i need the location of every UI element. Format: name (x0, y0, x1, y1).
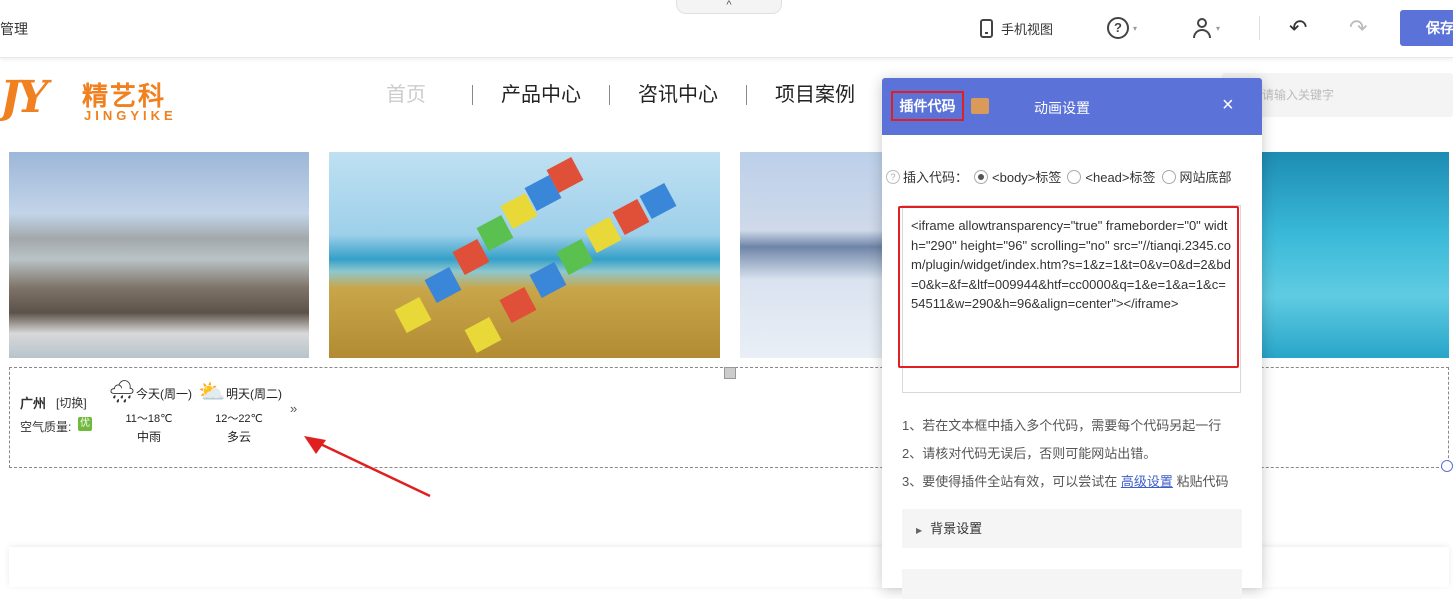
triangle-right-icon: ▶ (916, 526, 923, 535)
tab-animation[interactable]: 动画设置 (1034, 98, 1090, 118)
user-icon (1192, 17, 1212, 39)
sea-photo (1240, 152, 1449, 358)
air-quality-label: 空气质量: (20, 420, 72, 434)
advanced-settings-link[interactable]: 高级设置 (1121, 474, 1173, 489)
option-footer-label[interactable]: 网站底部 (1180, 167, 1232, 186)
tab-plugin-code[interactable]: 插件代码 (891, 91, 964, 121)
manage-label[interactable]: 管理 (0, 19, 28, 39)
help-icon: ? (1107, 17, 1129, 39)
save-button[interactable]: 保存 (1400, 10, 1453, 46)
resize-handle[interactable] (1441, 460, 1453, 472)
air-quality-badge: 优 (78, 417, 92, 431)
option-body-label[interactable]: <body>标签 (992, 167, 1061, 186)
cloud-rain-icon: 🌧 (108, 379, 136, 404)
tip-3-suffix: 粘贴代码 (1172, 474, 1229, 489)
user-menu-button[interactable]: ▾ (1192, 17, 1220, 39)
site-logo[interactable]: JY 精艺科 JINGYIKE (0, 68, 180, 128)
tip-3: 3、要使得插件全站有效，可以尝试在 高级设置 粘贴代码 (902, 471, 1228, 490)
mobile-view-button[interactable]: 手机视图 (980, 17, 1053, 39)
mobile-view-label: 手机视图 (1001, 21, 1054, 37)
help-icon[interactable]: ? (886, 169, 900, 184)
weather-day-condition: 中雨 (136, 430, 161, 444)
weather-city: 广州 (20, 396, 47, 411)
annotation-arrow (304, 436, 431, 498)
snow-mountain-photo (740, 152, 885, 358)
nav-item-cases[interactable]: 项目案例 (747, 81, 883, 109)
redo-icon[interactable]: ↷ (1349, 15, 1367, 41)
nav-item-news[interactable]: 咨讯中心 (610, 81, 746, 109)
radio-footer[interactable] (1161, 169, 1176, 184)
help-button[interactable]: ? ▾ (1107, 17, 1137, 39)
section-handle[interactable] (724, 367, 736, 379)
weather-day-temp: 11～18℃ (125, 413, 173, 425)
weather-day-name: 明天(周二) (226, 387, 282, 401)
nav-item-home[interactable]: 首页 (370, 81, 472, 109)
chevron-up-icon: ^ (726, 0, 732, 11)
site-nav: 首页 产品中心 咨讯中心 项目案例 (370, 80, 883, 110)
weather-day-tomorrow: ⛅ 明天(周二) 12～22℃ 多云 (198, 380, 292, 450)
toolbar-divider (1259, 16, 1260, 40)
weather-day-today: 🌧 今天(周一) 11～18℃ 中雨 (108, 380, 202, 450)
radio-body[interactable] (974, 169, 989, 184)
plugin-settings-dialog: 插件代码 动画设置 × ? 插入代码： <body>标签 <head>标签 网站… (882, 78, 1262, 599)
undo-icon[interactable]: ↶ (1289, 15, 1307, 41)
chevron-down-icon: ▾ (1133, 23, 1138, 33)
tip-1: 1、若在文本框中插入多个代码，需要每个代码另起一行 (902, 418, 1222, 433)
editor-toolbar: ^ 管理 手机视图 ? ▾ ▾ ↶ ↷ 保存 (0, 0, 1453, 58)
partly-cloudy-icon: ⛅ (198, 379, 226, 404)
lake-photo (9, 152, 309, 358)
tip-2: 2、请核对代码无误后，否则可能网站出错。 (902, 446, 1157, 461)
radio-head[interactable] (1067, 169, 1082, 184)
weather-day-temp: 12～22℃ (215, 413, 263, 425)
logo-mark: JY (0, 72, 48, 123)
plugin-icon (971, 98, 989, 114)
weather-day-name: 今天(周一) (136, 387, 192, 401)
chevron-down-icon: ▾ (1216, 23, 1221, 33)
weather-switch-link[interactable]: [切换] (56, 394, 87, 411)
background-settings-label: 背景设置 (930, 521, 983, 536)
nav-item-products[interactable]: 产品中心 (473, 81, 609, 109)
background-settings-section[interactable]: ▶ 背景设置 (902, 509, 1242, 548)
collapsed-section[interactable] (902, 569, 1242, 599)
option-head-label[interactable]: <head>标签 (1085, 167, 1155, 186)
tip-3-prefix: 3、要使得插件全站有效，可以尝试在 (902, 474, 1121, 489)
close-icon[interactable]: × (1222, 95, 1234, 115)
logo-english-text: JINGYIKE (84, 108, 177, 123)
prayer-flags-photo (329, 152, 720, 358)
phone-icon (980, 18, 993, 38)
dialog-header: 插件代码 动画设置 × (882, 78, 1262, 135)
collapse-toolbar-button[interactable]: ^ (676, 0, 782, 14)
code-text[interactable]: <iframe allowtransparency="true" framebo… (911, 216, 1231, 314)
weather-more-icon[interactable]: » (290, 401, 297, 416)
insert-position-row: ? 插入代码： <body>标签 <head>标签 网站底部 (886, 167, 1232, 186)
insert-label: 插入代码： (903, 170, 969, 185)
weather-day-condition: 多云 (226, 430, 251, 444)
